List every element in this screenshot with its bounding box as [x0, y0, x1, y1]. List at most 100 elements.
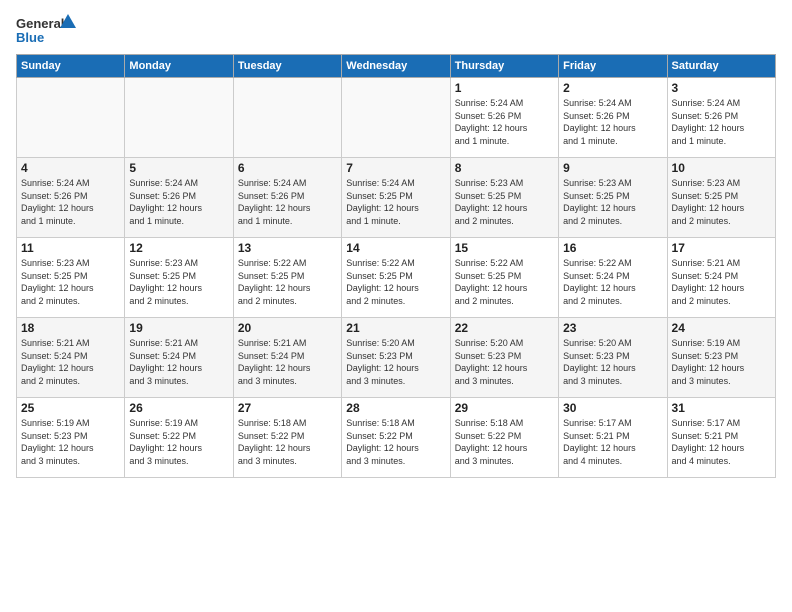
calendar-cell: [342, 78, 450, 158]
day-number: 19: [129, 321, 228, 335]
day-number: 6: [238, 161, 337, 175]
day-info: Sunrise: 5:20 AM Sunset: 5:23 PM Dayligh…: [563, 337, 662, 387]
day-number: 20: [238, 321, 337, 335]
calendar-cell: 25 Sunrise: 5:19 AM Sunset: 5:23 PM Dayli…: [17, 398, 125, 478]
calendar-cell: 3Sunrise: 5:24 AM Sunset: 5:26 PM Daylig…: [667, 78, 775, 158]
calendar-cell: 19Sunrise: 5:21 AM Sunset: 5:24 PM Dayli…: [125, 318, 233, 398]
day-number: 24: [672, 321, 771, 335]
calendar-cell: 18 Sunrise: 5:21 AM Sunset: 5:24 PM Dayli…: [17, 318, 125, 398]
day-number: 2: [563, 81, 662, 95]
day-info: Sunrise: 5:22 AM Sunset: 5:25 PM Dayligh…: [346, 257, 445, 307]
weekday-header-wednesday: Wednesday: [342, 55, 450, 78]
calendar-cell: 17 Sunrise: 5:21 AM Sunset: 5:24 PM Dayli…: [667, 238, 775, 318]
day-info: Sunrise: 5:21 AM Sunset: 5:24 PM Dayligh…: [238, 337, 337, 387]
day-info: Sunrise: 5:23 AM Sunset: 5:25 PM Dayligh…: [563, 177, 662, 227]
calendar-cell: 9 Sunrise: 5:23 AM Sunset: 5:25 PM Daylig…: [559, 158, 667, 238]
calendar-cell: [17, 78, 125, 158]
day-info: Sunrise: 5:17 AM Sunset: 5:21 PM Dayligh…: [672, 417, 771, 467]
calendar-cell: 14Sunrise: 5:22 AM Sunset: 5:25 PM Dayli…: [342, 238, 450, 318]
weekday-header-monday: Monday: [125, 55, 233, 78]
header: General Blue: [16, 12, 776, 48]
day-info: Sunrise: 5:23 AM Sunset: 5:25 PM Dayligh…: [21, 257, 120, 307]
calendar-cell: 6 Sunrise: 5:24 AM Sunset: 5:26 PM Daylig…: [233, 158, 341, 238]
day-number: 25: [21, 401, 120, 415]
day-number: 8: [455, 161, 554, 175]
day-number: 23: [563, 321, 662, 335]
day-number: 5: [129, 161, 228, 175]
day-number: 17: [672, 241, 771, 255]
day-number: 10: [672, 161, 771, 175]
day-number: 27: [238, 401, 337, 415]
weekday-header-sunday: Sunday: [17, 55, 125, 78]
calendar-cell: 10 Sunrise: 5:23 AM Sunset: 5:25 PM Dayli…: [667, 158, 775, 238]
calendar-cell: 21Sunrise: 5:20 AM Sunset: 5:23 PM Dayli…: [342, 318, 450, 398]
day-number: 15: [455, 241, 554, 255]
calendar-cell: 31 Sunrise: 5:17 AM Sunset: 5:21 PM Dayli…: [667, 398, 775, 478]
day-info: Sunrise: 5:18 AM Sunset: 5:22 PM Dayligh…: [238, 417, 337, 467]
weekday-header-friday: Friday: [559, 55, 667, 78]
day-info: Sunrise: 5:24 AM Sunset: 5:26 PM Dayligh…: [238, 177, 337, 227]
calendar-cell: 20 Sunrise: 5:21 AM Sunset: 5:24 PM Dayli…: [233, 318, 341, 398]
svg-text:General: General: [16, 16, 64, 31]
calendar-cell: 15 Sunrise: 5:22 AM Sunset: 5:25 PM Dayli…: [450, 238, 558, 318]
calendar-cell: [125, 78, 233, 158]
weekday-header-thursday: Thursday: [450, 55, 558, 78]
day-number: 11: [21, 241, 120, 255]
day-number: 1: [455, 81, 554, 95]
day-info: Sunrise: 5:23 AM Sunset: 5:25 PM Dayligh…: [455, 177, 554, 227]
day-info: Sunrise: 5:22 AM Sunset: 5:25 PM Dayligh…: [238, 257, 337, 307]
calendar-container: General Blue SundayMondayTuesdayWednesda…: [0, 0, 792, 612]
day-number: 31: [672, 401, 771, 415]
day-info: Sunrise: 5:21 AM Sunset: 5:24 PM Dayligh…: [672, 257, 771, 307]
weekday-header-saturday: Saturday: [667, 55, 775, 78]
day-info: Sunrise: 5:24 AM Sunset: 5:26 PM Dayligh…: [129, 177, 228, 227]
calendar-cell: 22Sunrise: 5:20 AM Sunset: 5:23 PM Dayli…: [450, 318, 558, 398]
calendar-cell: 4 Sunrise: 5:24 AM Sunset: 5:26 PM Daylig…: [17, 158, 125, 238]
day-info: Sunrise: 5:24 AM Sunset: 5:26 PM Dayligh…: [563, 97, 662, 147]
calendar-cell: [233, 78, 341, 158]
calendar-cell: 30 Sunrise: 5:17 AM Sunset: 5:21 PM Dayli…: [559, 398, 667, 478]
day-number: 13: [238, 241, 337, 255]
day-number: 4: [21, 161, 120, 175]
day-info: Sunrise: 5:22 AM Sunset: 5:24 PM Dayligh…: [563, 257, 662, 307]
calendar-cell: 26Sunrise: 5:19 AM Sunset: 5:22 PM Dayli…: [125, 398, 233, 478]
day-info: Sunrise: 5:19 AM Sunset: 5:23 PM Dayligh…: [21, 417, 120, 467]
day-number: 26: [129, 401, 228, 415]
calendar-cell: 13 Sunrise: 5:22 AM Sunset: 5:25 PM Dayli…: [233, 238, 341, 318]
calendar-week-2: 4 Sunrise: 5:24 AM Sunset: 5:26 PM Daylig…: [17, 158, 776, 238]
day-number: 29: [455, 401, 554, 415]
calendar-cell: 2 Sunrise: 5:24 AM Sunset: 5:26 PM Daylig…: [559, 78, 667, 158]
day-info: Sunrise: 5:21 AM Sunset: 5:24 PM Dayligh…: [21, 337, 120, 387]
day-number: 21: [346, 321, 445, 335]
calendar-week-3: 11 Sunrise: 5:23 AM Sunset: 5:25 PM Dayli…: [17, 238, 776, 318]
svg-text:Blue: Blue: [16, 30, 44, 45]
day-number: 9: [563, 161, 662, 175]
calendar-cell: 24 Sunrise: 5:19 AM Sunset: 5:23 PM Dayli…: [667, 318, 775, 398]
calendar-body: 1 Sunrise: 5:24 AM Sunset: 5:26 PM Daylig…: [17, 78, 776, 478]
day-info: Sunrise: 5:23 AM Sunset: 5:25 PM Dayligh…: [672, 177, 771, 227]
calendar-cell: 12 Sunrise: 5:23 AM Sunset: 5:25 PM Dayli…: [125, 238, 233, 318]
day-info: Sunrise: 5:24 AM Sunset: 5:26 PM Dayligh…: [455, 97, 554, 147]
logo-svg: General Blue: [16, 12, 76, 48]
day-number: 12: [129, 241, 228, 255]
calendar-cell: 1 Sunrise: 5:24 AM Sunset: 5:26 PM Daylig…: [450, 78, 558, 158]
day-info: Sunrise: 5:17 AM Sunset: 5:21 PM Dayligh…: [563, 417, 662, 467]
day-info: Sunrise: 5:19 AM Sunset: 5:23 PM Dayligh…: [672, 337, 771, 387]
weekday-row: SundayMondayTuesdayWednesdayThursdayFrid…: [17, 55, 776, 78]
calendar-cell: 11 Sunrise: 5:23 AM Sunset: 5:25 PM Dayli…: [17, 238, 125, 318]
calendar-week-1: 1 Sunrise: 5:24 AM Sunset: 5:26 PM Daylig…: [17, 78, 776, 158]
calendar-cell: 8 Sunrise: 5:23 AM Sunset: 5:25 PM Daylig…: [450, 158, 558, 238]
calendar-week-4: 18 Sunrise: 5:21 AM Sunset: 5:24 PM Dayli…: [17, 318, 776, 398]
calendar-header: SundayMondayTuesdayWednesdayThursdayFrid…: [17, 55, 776, 78]
weekday-header-tuesday: Tuesday: [233, 55, 341, 78]
day-number: 16: [563, 241, 662, 255]
day-info: Sunrise: 5:23 AM Sunset: 5:25 PM Dayligh…: [129, 257, 228, 307]
day-info: Sunrise: 5:24 AM Sunset: 5:26 PM Dayligh…: [21, 177, 120, 227]
day-number: 18: [21, 321, 120, 335]
day-number: 7: [346, 161, 445, 175]
day-number: 22: [455, 321, 554, 335]
calendar-table: SundayMondayTuesdayWednesdayThursdayFrid…: [16, 54, 776, 478]
calendar-cell: 16 Sunrise: 5:22 AM Sunset: 5:24 PM Dayli…: [559, 238, 667, 318]
day-info: Sunrise: 5:22 AM Sunset: 5:25 PM Dayligh…: [455, 257, 554, 307]
day-number: 30: [563, 401, 662, 415]
